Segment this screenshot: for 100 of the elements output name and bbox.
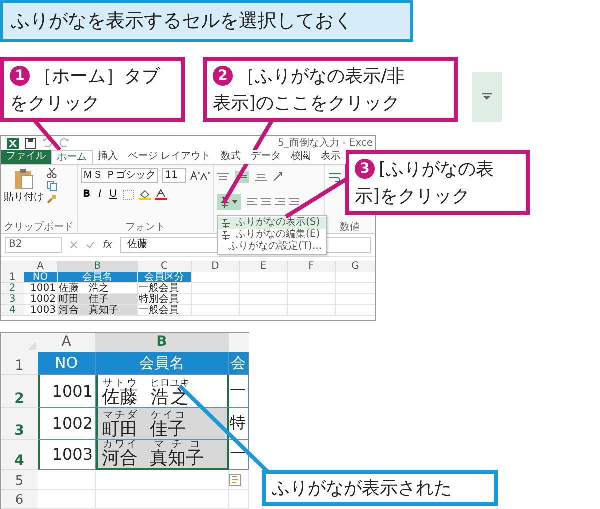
column-header[interactable]: G bbox=[336, 261, 375, 272]
step-number: 2 bbox=[213, 66, 233, 86]
paste-label[interactable]: 貼り付け bbox=[4, 190, 44, 204]
table-cell bbox=[192, 305, 240, 316]
clipboard-icon[interactable] bbox=[14, 168, 34, 190]
callout-text: [ふりがなの表 bbox=[379, 158, 494, 182]
fill-color-icon[interactable] bbox=[138, 189, 151, 200]
format-button[interactable]: I bbox=[96, 189, 104, 200]
format-button[interactable]: U bbox=[108, 189, 119, 200]
table-cell: 1001 bbox=[24, 283, 58, 294]
menu-item[interactable]: ふりがなの設定(T)... bbox=[218, 241, 326, 253]
caret-icon bbox=[232, 200, 238, 204]
cancel-icon[interactable] bbox=[70, 241, 78, 249]
step-number: 1 bbox=[10, 66, 30, 86]
table-cell: 特別会員 bbox=[138, 294, 192, 305]
table-cell: 町田 佳子 bbox=[58, 294, 138, 305]
table-cell bbox=[192, 294, 240, 305]
table-cell bbox=[240, 294, 288, 305]
align-bottom-icon[interactable] bbox=[255, 172, 268, 182]
instruction-banner: ふりがなを表示するセルを選択しておく bbox=[0, 0, 413, 42]
table-cell bbox=[288, 283, 336, 294]
callout-text: ［ホーム］タブ bbox=[34, 64, 160, 88]
font-color-icon[interactable] bbox=[154, 189, 167, 200]
menu-item[interactable]: ふりがなの表示(S) bbox=[218, 217, 326, 229]
column-header[interactable]: A bbox=[38, 333, 96, 352]
undo-icon[interactable] bbox=[42, 138, 53, 148]
dropdown-button[interactable] bbox=[472, 72, 502, 122]
table-cell bbox=[192, 283, 240, 294]
header-cell: 会 bbox=[229, 352, 249, 375]
table-cell: 一 bbox=[229, 375, 249, 408]
excel-logo-icon bbox=[7, 138, 19, 148]
group-label: クリップボード bbox=[4, 220, 74, 233]
row-header[interactable]: 2 bbox=[1, 375, 38, 408]
header-cell: NO bbox=[24, 272, 58, 283]
callout-text: 示]をクリック bbox=[355, 184, 470, 208]
wrap-icon[interactable] bbox=[328, 172, 342, 184]
column-header[interactable]: E bbox=[240, 261, 288, 272]
column-header[interactable]: C bbox=[138, 261, 192, 272]
brush-icon[interactable] bbox=[47, 194, 57, 204]
window-title: 5_面倒な入力 - Exce bbox=[278, 136, 373, 150]
scissors-icon[interactable] bbox=[47, 168, 57, 178]
table-cell: 河合 カワイ 真知子 マチコ bbox=[96, 440, 229, 470]
align-icon[interactable] bbox=[247, 198, 300, 206]
table-cell bbox=[288, 294, 336, 305]
row-header[interactable]: 3 bbox=[1, 408, 38, 440]
format-button[interactable]: B bbox=[81, 189, 93, 200]
redo-icon[interactable] bbox=[59, 138, 70, 148]
column-header[interactable]: F bbox=[288, 261, 336, 272]
table-cell bbox=[288, 305, 336, 316]
function-label[interactable]: fx bbox=[103, 240, 112, 250]
table-cell bbox=[192, 272, 240, 283]
callout-text: ふりがなが表示された bbox=[272, 476, 452, 500]
table-cell: 町田 マチダ 佳子 ケイコ bbox=[96, 408, 229, 440]
header-cell: NO bbox=[38, 352, 96, 375]
callout-text: 表示]のここをクリック bbox=[213, 92, 400, 116]
table-cell: 1001 bbox=[38, 375, 96, 408]
column-header[interactable]: B bbox=[96, 333, 229, 352]
callout-text: をクリック bbox=[10, 92, 100, 116]
header-cell: 会員名 bbox=[96, 352, 229, 375]
column-header[interactable]: B bbox=[58, 261, 138, 272]
ribbon-tab[interactable]: ホーム bbox=[51, 150, 93, 164]
column-header[interactable]: D bbox=[192, 261, 240, 272]
file-tab[interactable]: ファイル bbox=[1, 150, 51, 164]
step-number: 3 bbox=[355, 159, 375, 179]
column-header[interactable]: A bbox=[24, 261, 58, 272]
table-cell bbox=[240, 283, 288, 294]
row-header[interactable]: 4 bbox=[1, 440, 38, 470]
header-cell: 会員名 bbox=[58, 272, 138, 283]
table-cell bbox=[240, 272, 288, 283]
header-cell: 会員区分 bbox=[138, 272, 192, 283]
row-header[interactable]: 2 bbox=[1, 283, 24, 294]
table-cell bbox=[288, 272, 336, 283]
row-header[interactable]: 1 bbox=[1, 272, 24, 283]
row-header[interactable]: 6 bbox=[1, 490, 38, 509]
row-header[interactable]: 4 bbox=[1, 305, 24, 316]
table-cell: 特 bbox=[229, 408, 249, 440]
caret-icon bbox=[481, 93, 493, 101]
quick-analysis-icon[interactable] bbox=[229, 474, 241, 486]
row-header[interactable]: 3 bbox=[1, 294, 24, 305]
row-header[interactable]: 1 bbox=[1, 352, 38, 375]
font-size-field[interactable]: 11 bbox=[162, 168, 186, 183]
borders-icon[interactable] bbox=[122, 190, 135, 200]
save-icon[interactable] bbox=[25, 138, 36, 148]
row-header[interactable]: 5 bbox=[1, 470, 38, 490]
callout-text: ［ふりがなの表示/非 bbox=[237, 64, 406, 88]
font-name-field[interactable]: ＭＳ Ｐゴシック bbox=[81, 168, 158, 183]
table-cell: 一般会員 bbox=[138, 283, 192, 294]
copy-icon[interactable] bbox=[47, 181, 57, 191]
font-size-icon[interactable] bbox=[190, 170, 210, 180]
align-top-icon[interactable] bbox=[217, 172, 230, 182]
table-cell: 一 bbox=[229, 440, 249, 470]
group-label: フォント bbox=[124, 221, 167, 233]
table-cell bbox=[38, 470, 96, 490]
table-cell: 一般会員 bbox=[138, 305, 192, 316]
table-cell bbox=[240, 305, 288, 316]
table-cell bbox=[38, 490, 96, 509]
enter-icon[interactable] bbox=[86, 241, 95, 249]
table-cell: 河合 真知子 bbox=[58, 305, 138, 316]
group-label: 数値 bbox=[339, 221, 362, 233]
name-box[interactable]: B2 bbox=[5, 237, 62, 253]
